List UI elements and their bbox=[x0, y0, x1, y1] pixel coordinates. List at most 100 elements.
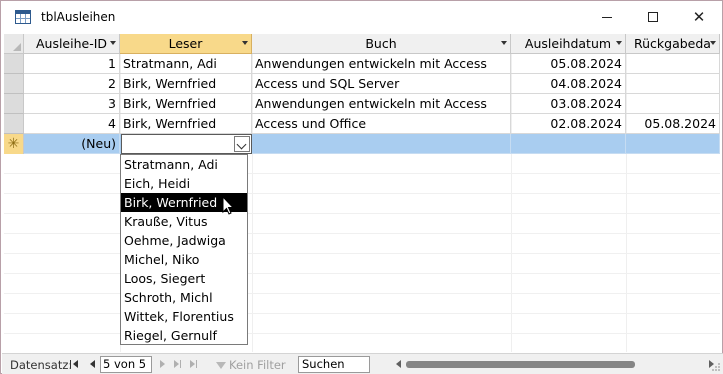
dropdown-option[interactable]: Oehme, Jadwiga bbox=[121, 231, 247, 250]
chevron-down-icon[interactable] bbox=[234, 136, 250, 152]
cell-ausleihdatum[interactable]: 02.08.2024 bbox=[511, 114, 626, 134]
column-header-leser[interactable]: Leser bbox=[120, 34, 252, 54]
table-row[interactable]: 4 Birk, Wernfried Access und Office 02.0… bbox=[4, 114, 720, 134]
cell-ausleihdatum[interactable]: 03.08.2024 bbox=[511, 94, 626, 114]
column-header-ausleihdatum[interactable]: Ausleihdatum bbox=[511, 34, 626, 54]
last-record-button[interactable] bbox=[174, 359, 184, 369]
previous-record-icon bbox=[90, 360, 95, 368]
cell-id-new[interactable]: (Neu) bbox=[24, 134, 120, 154]
empty-row bbox=[4, 314, 720, 334]
column-header-label: Leser bbox=[168, 36, 203, 51]
cell-buch[interactable]: Anwendungen entwickeln mit Access bbox=[252, 94, 511, 114]
dropdown-option[interactable]: Schroth, Michl bbox=[121, 288, 247, 307]
table-row[interactable]: 2 Birk, Wernfried Access und SQL Server … bbox=[4, 74, 720, 94]
scroll-left-icon[interactable] bbox=[396, 360, 401, 368]
close-icon: ✕ bbox=[692, 8, 706, 26]
table-row[interactable]: 1 Stratmann, Adi Anwendungen entwickeln … bbox=[4, 54, 720, 74]
cell-buch[interactable]: Access und Office bbox=[252, 114, 511, 134]
cell-id[interactable]: 3 bbox=[24, 94, 120, 114]
cell-ausleihdatum-new[interactable] bbox=[511, 134, 626, 154]
resize-grip-icon[interactable] bbox=[711, 362, 721, 372]
dropdown-option[interactable]: Loos, Siegert bbox=[121, 269, 247, 288]
empty-row bbox=[4, 254, 720, 274]
column-header-label: Ausleihdatum bbox=[524, 36, 612, 51]
new-record-button[interactable] bbox=[190, 359, 200, 369]
bar-mark bbox=[70, 360, 71, 368]
first-record-icon bbox=[73, 360, 78, 368]
cell-ausleihdatum[interactable]: 04.08.2024 bbox=[511, 74, 626, 94]
previous-record-button[interactable] bbox=[88, 359, 98, 369]
dropdown-option[interactable]: Riegel, Gernulf bbox=[121, 326, 247, 345]
empty-row bbox=[4, 194, 720, 214]
cell-buch[interactable]: Anwendungen entwickeln mit Access bbox=[252, 54, 511, 74]
cell-leser[interactable]: Birk, Wernfried bbox=[120, 114, 252, 134]
new-record-row[interactable]: ✳ (Neu) bbox=[4, 134, 720, 154]
column-header-label: Buch bbox=[365, 36, 397, 51]
cell-rueckgabedatum[interactable] bbox=[626, 94, 720, 114]
cell-leser[interactable]: Birk, Wernfried bbox=[120, 94, 252, 114]
leser-dropdown-list[interactable]: Stratmann, Adi Eich, Heidi Birk, Wernfri… bbox=[120, 154, 248, 345]
dropdown-option[interactable]: Eich, Heidi bbox=[121, 174, 247, 193]
new-record-star-icon: ✳ bbox=[4, 134, 24, 154]
minimize-button[interactable] bbox=[584, 1, 630, 33]
window-title: tblAusleihen bbox=[41, 10, 116, 24]
select-all-corner[interactable] bbox=[4, 34, 24, 54]
empty-row bbox=[4, 294, 720, 314]
column-header-buch[interactable]: Buch bbox=[252, 34, 511, 54]
record-navigation-bar: Datensatz: 5 von 5 Kein Filter Suchen bbox=[2, 353, 723, 374]
current-record-field[interactable]: 5 von 5 bbox=[100, 356, 152, 373]
dropdown-option[interactable]: Wittek, Florentius bbox=[121, 307, 247, 326]
cell-id[interactable]: 1 bbox=[24, 54, 120, 74]
last-record-icon bbox=[174, 360, 179, 368]
next-record-button[interactable] bbox=[158, 359, 168, 369]
cell-rueckgabedatum[interactable]: 05.08.2024 bbox=[626, 114, 720, 134]
cell-ausleihdatum[interactable]: 05.08.2024 bbox=[511, 54, 626, 74]
record-selector[interactable] bbox=[4, 54, 24, 74]
cell-rueckgabedatum-new[interactable] bbox=[626, 134, 720, 154]
horizontal-scrollbar[interactable] bbox=[394, 358, 716, 371]
record-selector[interactable] bbox=[4, 74, 24, 94]
close-button[interactable]: ✕ bbox=[676, 1, 722, 33]
empty-row bbox=[4, 154, 720, 174]
cell-leser[interactable]: Stratmann, Adi bbox=[120, 54, 252, 74]
dropdown-option[interactable]: Stratmann, Adi bbox=[121, 155, 247, 174]
chevron-down-icon[interactable] bbox=[710, 41, 716, 45]
filter-indicator[interactable]: Kein Filter bbox=[216, 358, 286, 372]
cell-id[interactable]: 2 bbox=[24, 74, 120, 94]
chevron-down-icon[interactable] bbox=[616, 41, 622, 45]
chevron-down-icon[interactable] bbox=[242, 41, 248, 45]
bar-mark bbox=[180, 360, 181, 368]
record-selector[interactable] bbox=[4, 114, 24, 134]
filter-label: Kein Filter bbox=[229, 358, 286, 372]
column-header-ausleihe-id[interactable]: Ausleihe-ID bbox=[24, 34, 120, 54]
record-selector[interactable] bbox=[4, 94, 24, 114]
search-input[interactable]: Suchen bbox=[298, 356, 370, 373]
title-bar[interactable]: tblAusleihen ✕ bbox=[1, 1, 722, 33]
table-window: tblAusleihen ✕ Ausleihe-ID Leser Buch Au… bbox=[0, 0, 723, 374]
cell-buch[interactable]: Access und SQL Server bbox=[252, 74, 511, 94]
cell-id[interactable]: 4 bbox=[24, 114, 120, 134]
chevron-down-icon[interactable] bbox=[501, 41, 507, 45]
dropdown-option[interactable]: Michel, Niko bbox=[121, 250, 247, 269]
first-record-button[interactable] bbox=[70, 359, 80, 369]
next-record-icon bbox=[160, 360, 165, 368]
maximize-icon bbox=[648, 12, 658, 22]
column-header-rueckgabedatum[interactable]: Rückgabeda bbox=[626, 34, 720, 54]
chevron-down-icon[interactable] bbox=[110, 41, 116, 45]
maximize-button[interactable] bbox=[630, 1, 676, 33]
column-header-label: Rückgabeda bbox=[634, 36, 711, 51]
mouse-pointer-icon bbox=[222, 196, 235, 215]
cell-buch-new[interactable] bbox=[252, 134, 511, 154]
column-header-label: Ausleihe-ID bbox=[35, 36, 108, 51]
new-record-icon bbox=[190, 360, 195, 368]
datasheet-grid: Ausleihe-ID Leser Buch Ausleihdatum Rück… bbox=[4, 34, 720, 352]
table-row[interactable]: 3 Birk, Wernfried Anwendungen entwickeln… bbox=[4, 94, 720, 114]
empty-row bbox=[4, 274, 720, 294]
cell-leser[interactable]: Birk, Wernfried bbox=[120, 74, 252, 94]
empty-row bbox=[4, 174, 720, 194]
leser-combobox[interactable] bbox=[121, 134, 252, 154]
cell-rueckgabedatum[interactable] bbox=[626, 54, 720, 74]
cell-rueckgabedatum[interactable] bbox=[626, 74, 720, 94]
empty-row bbox=[4, 214, 720, 234]
scrollbar-thumb[interactable] bbox=[406, 361, 635, 368]
